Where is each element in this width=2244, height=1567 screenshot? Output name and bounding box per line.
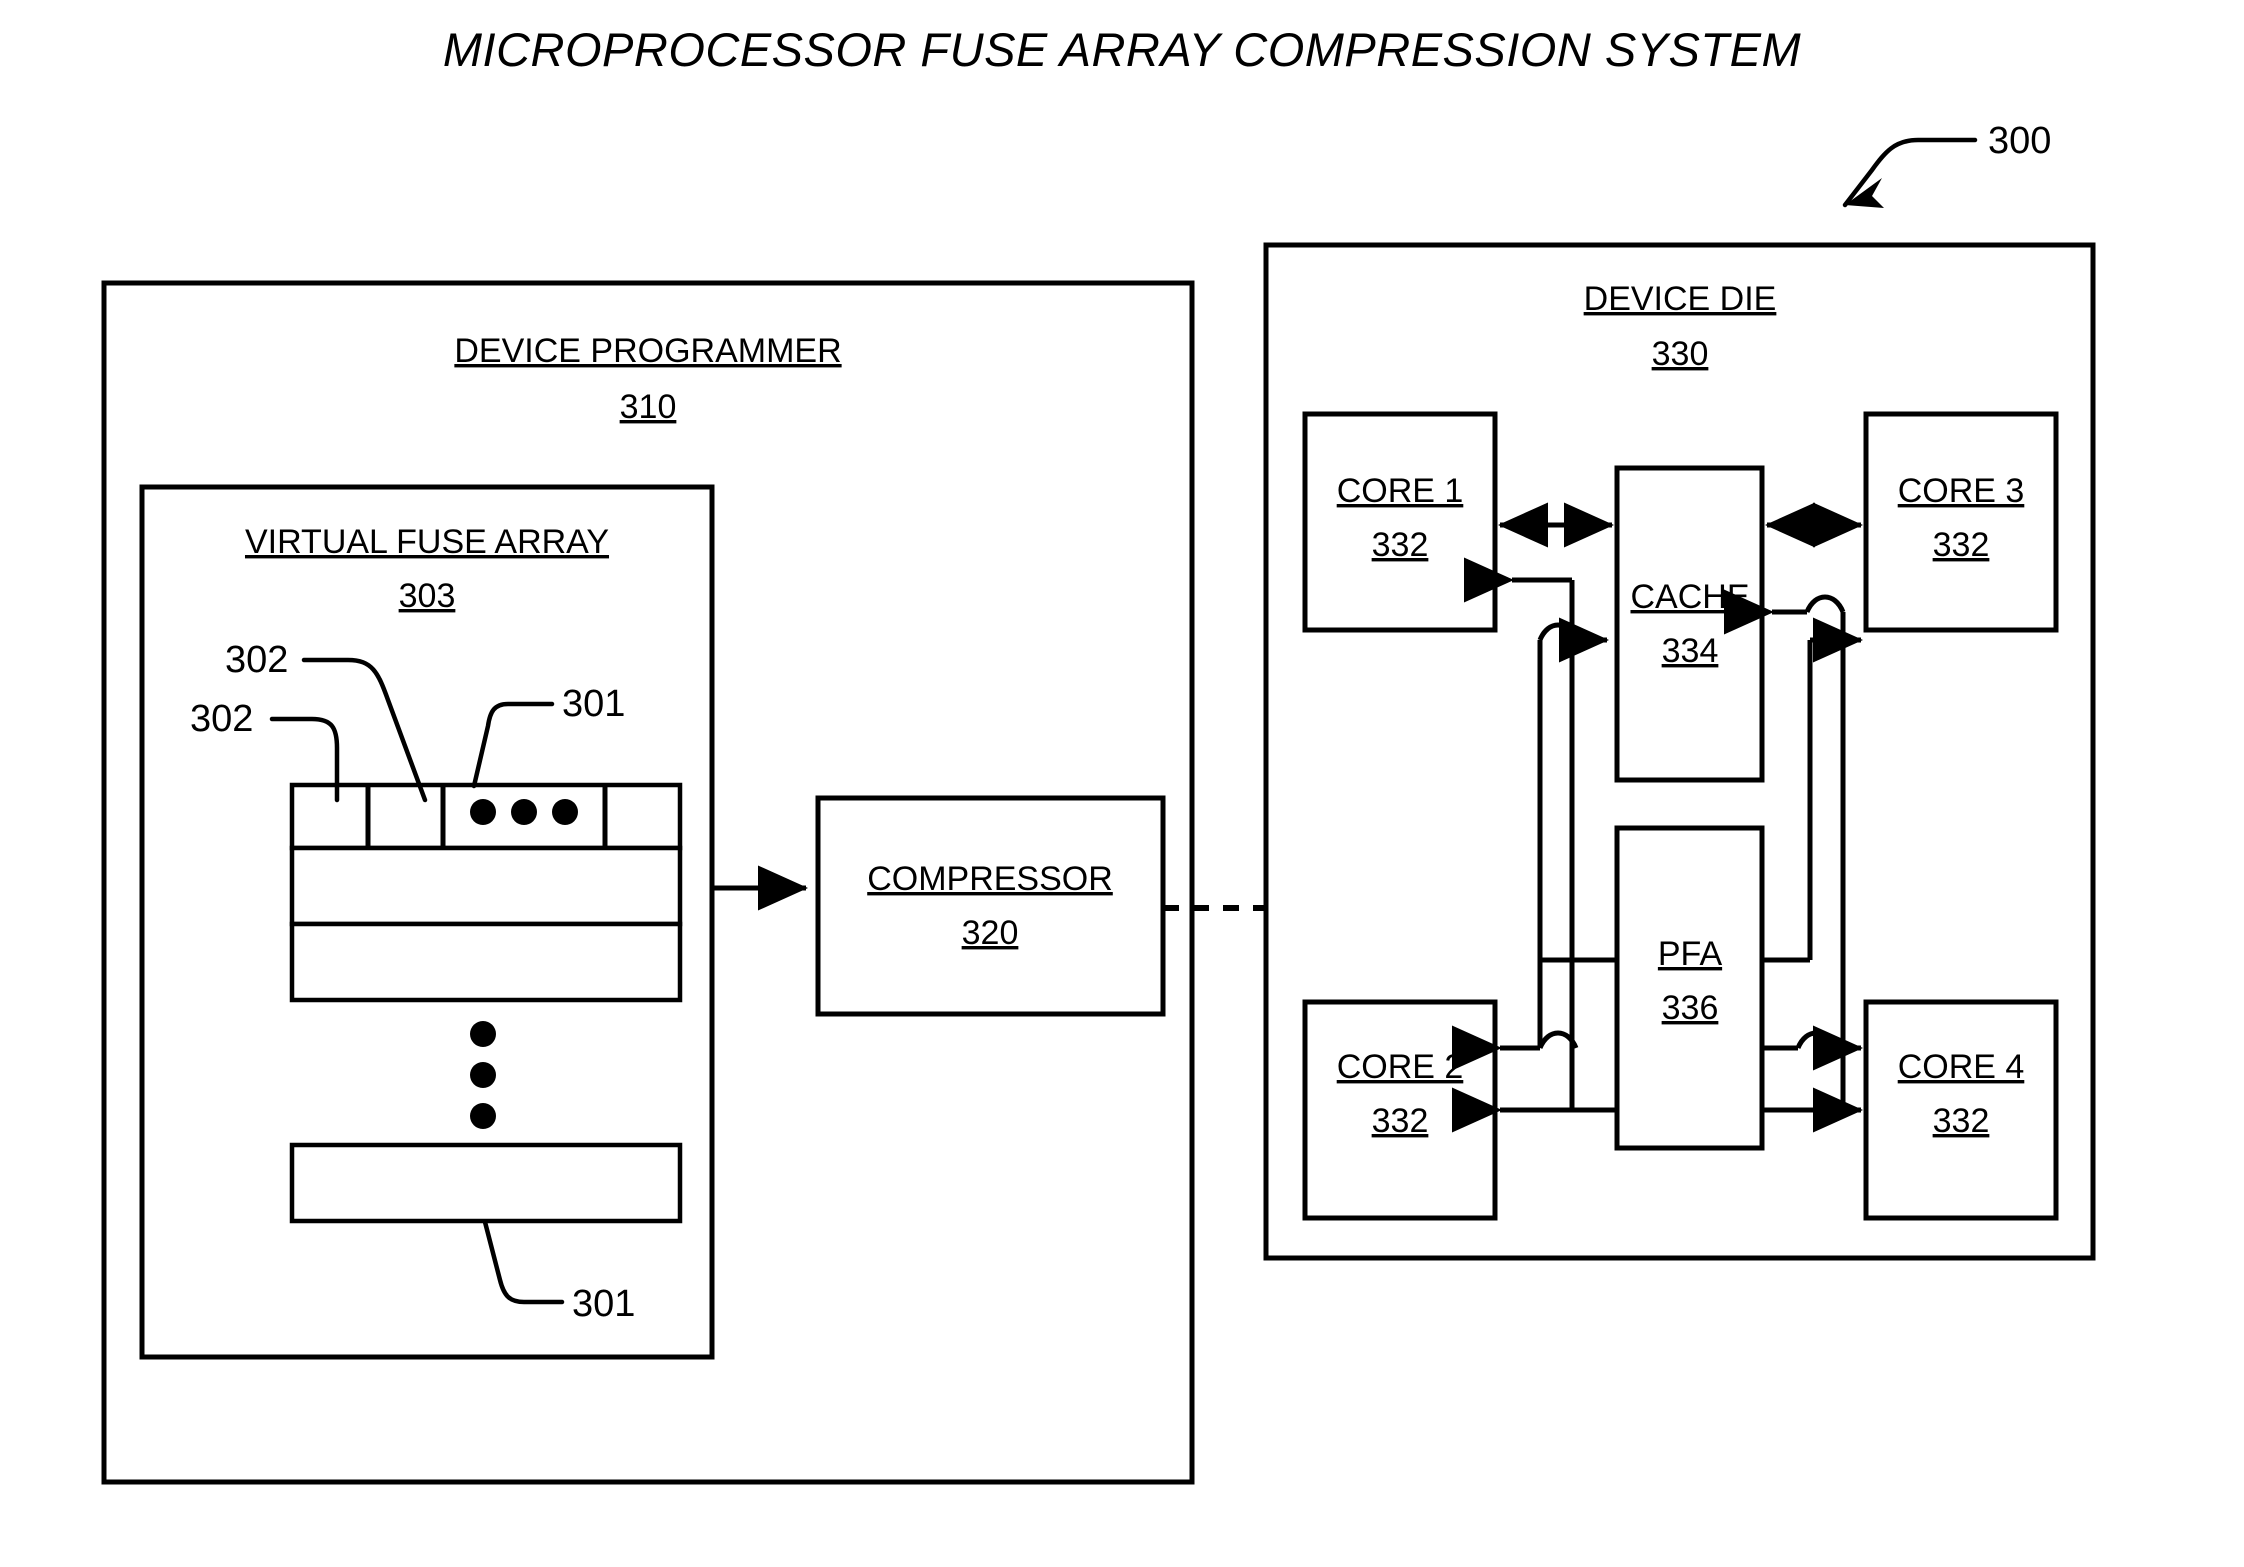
pfa-ref: 336 — [1662, 989, 1719, 1027]
fuse-row-3 — [289, 921, 683, 1003]
core4-label: CORE 4 — [1898, 1048, 2025, 1086]
fuse-row-top — [289, 782, 683, 851]
core1-ref: 332 — [1372, 526, 1429, 564]
fuse-vertical-ellipsis — [470, 1021, 496, 1129]
fuse-vdot-3 — [470, 1103, 496, 1129]
device-programmer-label: DEVICE PROGRAMMER — [454, 332, 841, 370]
pfa-label: PFA — [1658, 935, 1723, 973]
fuse-cell-ref-b: 302 — [190, 698, 253, 740]
cache-box — [1614, 465, 1765, 783]
core1-box — [1302, 411, 1498, 633]
core3-box — [1863, 411, 2059, 633]
fuse-cell-ref-a: 302 — [225, 639, 288, 681]
fuse-row-ref-bottom: 301 — [572, 1283, 635, 1325]
compressor-box — [815, 795, 1166, 1017]
core3-label: CORE 3 — [1898, 472, 2025, 510]
cache-ref: 334 — [1662, 632, 1719, 670]
fuse-row-ref-top: 301 — [562, 683, 625, 725]
core3-ref: 332 — [1933, 526, 1990, 564]
fuse-row-2 — [289, 845, 683, 927]
device-die-ref: 330 — [1652, 335, 1709, 373]
fuse-ellipsis-dot-1 — [470, 799, 496, 825]
virtual-fuse-array-label: VIRTUAL FUSE ARRAY — [245, 523, 609, 561]
fuse-ellipsis-dot-3 — [552, 799, 578, 825]
core2-label: CORE 2 — [1337, 1048, 1464, 1086]
fuse-ellipsis-dot-2 — [511, 799, 537, 825]
fuse-row-bottom — [289, 1142, 683, 1224]
system-ref-leader — [1842, 137, 1978, 208]
system-ref-number: 300 — [1988, 120, 2051, 162]
core1-label: CORE 1 — [1337, 472, 1464, 510]
pfa-box — [1614, 825, 1765, 1151]
compressor-label: COMPRESSOR — [867, 860, 1113, 898]
fuse-vdot-2 — [470, 1062, 496, 1088]
compressor-ref: 320 — [962, 914, 1019, 952]
core2-ref: 332 — [1372, 1102, 1429, 1140]
figure-canvas: MICROPROCESSOR FUSE ARRAY COMPRESSION SY… — [0, 0, 2244, 1567]
virtual-fuse-array-ref: 303 — [399, 577, 456, 615]
fuse-vdot-1 — [470, 1021, 496, 1047]
device-die-label: DEVICE DIE — [1584, 280, 1777, 318]
device-programmer-ref: 310 — [620, 388, 677, 426]
cache-label: CACHE — [1630, 578, 1749, 616]
core4-ref: 332 — [1933, 1102, 1990, 1140]
diagram-svg: 300 DEVICE PROGRAMMER 310 VIRTUAL FUSE A… — [101, 120, 2096, 1485]
